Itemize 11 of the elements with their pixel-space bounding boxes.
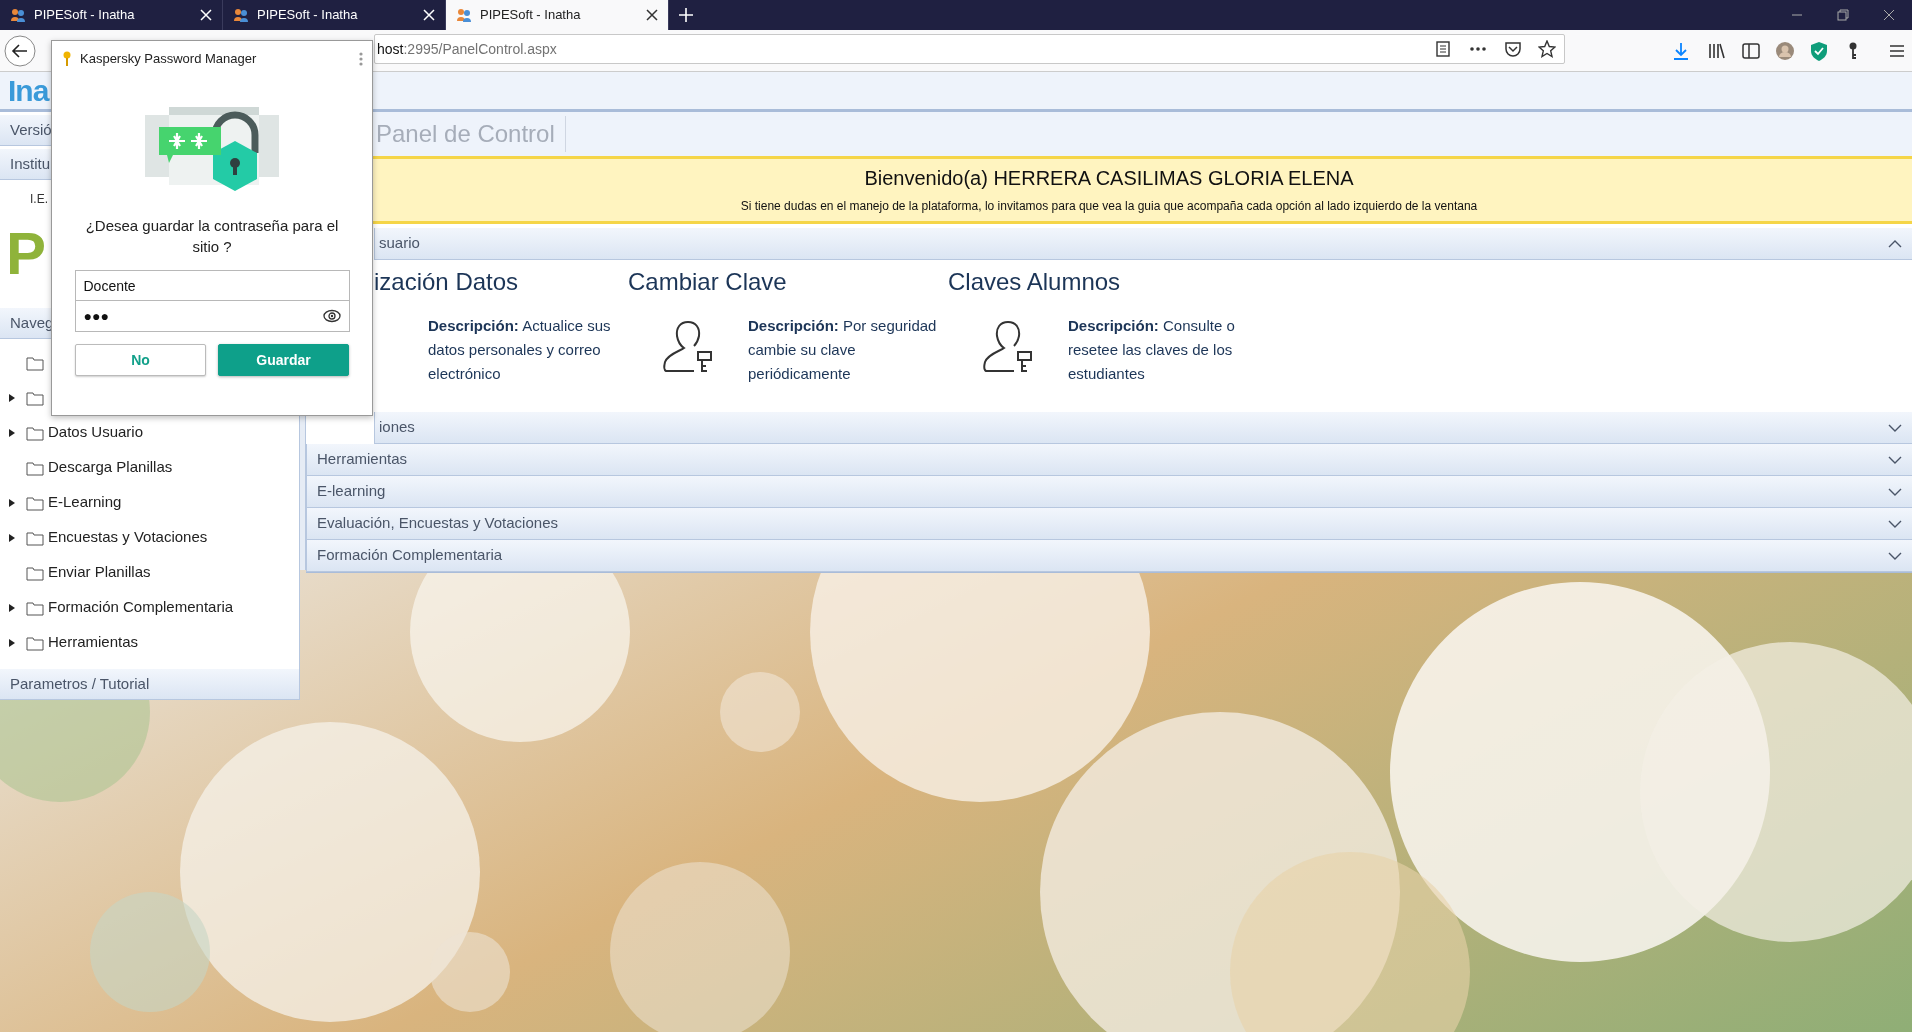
dialog-title: Kaspersky Password Manager [80,50,258,68]
dialog-question: ¿Desea guardar la contraseña para el sitio ? [84,215,340,258]
card-description: Descripción: Actualice sus datos personales y correo electrónico [428,316,612,384]
welcome-text: Si tiene dudas en el manejo de la plataforma, lo invitamos para que vea la guia que acompaña cada opción al lado izquierdo de la ventana [739,198,1479,215]
logo: P [6,220,47,287]
card-description: Descripción: Por seguridad cambie su clave periódicamente [748,316,938,384]
welcome-title: Bienvenido(a) HERRERA CASILIMAS GLORIA ELENA [863,166,1355,191]
logo: Ina [8,73,49,109]
url-text: host:2995/PanelControl.aspx [377,39,557,59]
institution-name: I.E. [29,191,49,208]
card-description: Descripción: Consulte o resetee las claves de los estudiantes [1068,316,1236,384]
